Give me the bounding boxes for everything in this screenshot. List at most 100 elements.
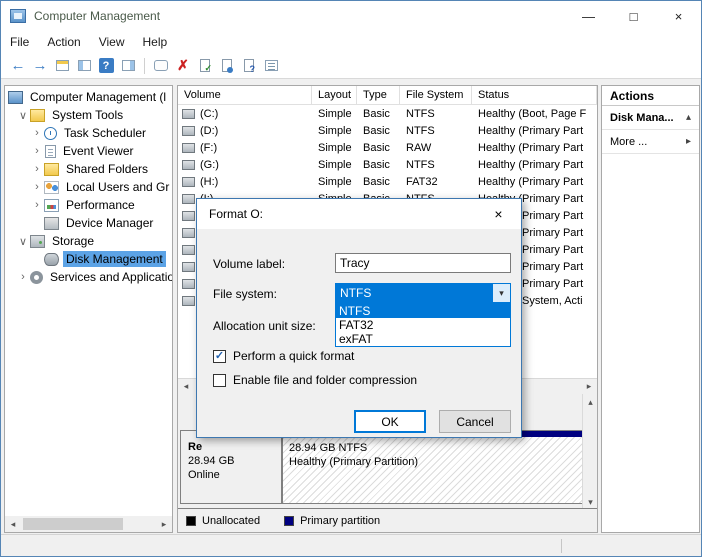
partition-status: Healthy (Primary Partition) [289, 456, 418, 468]
scroll-left-icon[interactable]: ◂ [5, 516, 21, 532]
tree-item-label: Performance [66, 198, 135, 212]
app-icon [10, 9, 26, 23]
close-button[interactable]: × [656, 1, 701, 31]
volume-icon [182, 261, 195, 272]
scroll-up-icon[interactable]: ▴ [583, 394, 598, 410]
scroll-left-icon[interactable]: ◂ [178, 379, 194, 395]
refresh-icon[interactable] [216, 56, 238, 76]
export-list-icon[interactable] [51, 56, 73, 76]
back-icon[interactable]: ← [7, 56, 29, 76]
expand-arrow-icon[interactable]: › [31, 199, 43, 211]
dialog-title-bar[interactable]: Format O: × [197, 199, 521, 229]
file-system-combobox[interactable]: NTFS ▾ [335, 283, 511, 303]
scrollbar-thumb[interactable] [23, 518, 123, 530]
column-file-system[interactable]: File System [400, 85, 472, 105]
table-row[interactable]: (C:) Simple Basic NTFS Healthy (Boot, Pa… [178, 105, 597, 122]
device-manager-icon [44, 216, 59, 230]
volume-label-input[interactable] [335, 253, 511, 273]
delete-icon[interactable]: ✗ [172, 56, 194, 76]
collapse-arrow-icon[interactable]: ∨ [17, 235, 29, 248]
table-row[interactable]: (H:) Simple Basic FAT32 Healthy (Primary… [178, 173, 597, 190]
column-volume[interactable]: Volume [178, 85, 312, 105]
tree-item-device-manager[interactable]: Device Manager [5, 214, 172, 232]
tree-item-label: Local Users and Gr [66, 180, 170, 194]
forward-icon[interactable]: → [29, 56, 51, 76]
expand-arrow-icon[interactable]: › [31, 145, 43, 157]
option-fat32[interactable]: FAT32 [336, 318, 510, 332]
tree-item-services[interactable]: › Services and Applicatio [5, 268, 172, 286]
option-ntfs[interactable]: NTFS [336, 304, 510, 318]
menu-action[interactable]: Action [38, 31, 89, 53]
tree-horizontal-scrollbar[interactable]: ◂ ▸ [5, 516, 172, 532]
dialog-close-icon[interactable]: × [476, 200, 521, 229]
console-tree-icon[interactable] [73, 56, 95, 76]
compression-checkbox[interactable] [213, 373, 226, 387]
volume-layout: Simple [318, 124, 352, 137]
title-bar[interactable]: Computer Management — □ × [1, 1, 701, 31]
partition-cell[interactable]: 28.94 GB NTFS Healthy (Primary Partition… [282, 430, 585, 504]
help-topics-icon[interactable] [238, 56, 260, 76]
cancel-button[interactable]: Cancel [439, 410, 511, 433]
action-pane-icon[interactable] [117, 56, 139, 76]
details-view-icon[interactable] [260, 56, 282, 76]
collapse-arrow-icon[interactable]: ∨ [17, 109, 29, 122]
help-topics-glyph [244, 59, 255, 74]
tree-item-event-viewer[interactable]: › Event Viewer [5, 142, 172, 160]
column-layout[interactable]: Layout [312, 85, 357, 105]
tree-item-performance[interactable]: › Performance [5, 196, 172, 214]
quick-format-row[interactable]: ✓ Perform a quick format [213, 349, 354, 363]
menu-file[interactable]: File [1, 31, 38, 53]
volume-fs: NTFS [406, 158, 435, 171]
action-menu-icon[interactable] [150, 56, 172, 76]
actions-more[interactable]: More ... ▸ [602, 130, 699, 154]
minimize-button[interactable]: — [566, 1, 611, 31]
scroll-right-icon[interactable]: ▸ [156, 516, 172, 532]
table-row[interactable]: (G:) Simple Basic NTFS Healthy (Primary … [178, 156, 597, 173]
option-exfat[interactable]: exFAT [336, 332, 510, 346]
compression-row[interactable]: Enable file and folder compression [213, 373, 417, 387]
disk-header-cell[interactable]: Re 28.94 GB Online [180, 430, 282, 504]
volume-icon [182, 108, 195, 119]
chevron-down-icon[interactable]: ▾ [493, 284, 510, 302]
volume-icon [182, 125, 195, 136]
column-status[interactable]: Status [472, 85, 597, 105]
volume-icon [182, 176, 195, 187]
volume-icon [182, 227, 195, 238]
quick-format-label: Perform a quick format [233, 349, 355, 363]
menu-help[interactable]: Help [134, 31, 177, 53]
tree-item-disk-management[interactable]: Disk Management [5, 250, 172, 268]
tree-item-computer-management[interactable]: Computer Management (l [5, 88, 172, 106]
actions-header: Actions [602, 86, 699, 106]
expand-arrow-icon[interactable]: › [31, 127, 43, 139]
tree-item-storage[interactable]: ∨ Storage [5, 232, 172, 250]
expand-arrow-icon[interactable]: › [31, 163, 43, 175]
tree-item-task-scheduler[interactable]: › Task Scheduler [5, 124, 172, 142]
console-tree: Computer Management (l ∨ System Tools › … [5, 88, 172, 516]
properties-icon[interactable] [194, 56, 216, 76]
disk-view-vertical-scrollbar[interactable]: ▴ ▾ [582, 394, 597, 510]
tree-item-system-tools[interactable]: ∨ System Tools [5, 106, 172, 124]
expand-arrow-icon[interactable]: › [17, 271, 29, 283]
table-row[interactable]: (F:) Simple Basic RAW Healthy (Primary P… [178, 139, 597, 156]
table-row[interactable]: (D:) Simple Basic NTFS Healthy (Primary … [178, 122, 597, 139]
maximize-button[interactable]: □ [611, 1, 656, 31]
expand-right-icon[interactable]: ▸ [686, 136, 691, 147]
volume-icon [182, 210, 195, 221]
scroll-right-icon[interactable]: ▸ [581, 379, 597, 395]
help-icon[interactable]: ? [95, 56, 117, 76]
column-type[interactable]: Type [357, 85, 400, 105]
quick-format-checkbox[interactable]: ✓ [213, 349, 226, 363]
expand-arrow-icon[interactable]: › [31, 181, 43, 193]
tree-item-shared-folders[interactable]: › Shared Folders [5, 160, 172, 178]
volume-table-header: Volume Layout Type File System Status [178, 85, 597, 105]
actions-disk-management[interactable]: Disk Mana... ▴ [602, 106, 699, 130]
file-system-label: File system: [213, 287, 278, 301]
properties-glyph [200, 59, 212, 74]
ok-button[interactable]: OK [354, 410, 426, 433]
volume-name: (H:) [200, 175, 219, 188]
details-glyph [264, 60, 278, 71]
menu-view[interactable]: View [90, 31, 134, 53]
collapse-up-icon[interactable]: ▴ [686, 112, 691, 123]
tree-item-label: Storage [52, 234, 95, 248]
tree-item-local-users[interactable]: › Local Users and Gr [5, 178, 172, 196]
